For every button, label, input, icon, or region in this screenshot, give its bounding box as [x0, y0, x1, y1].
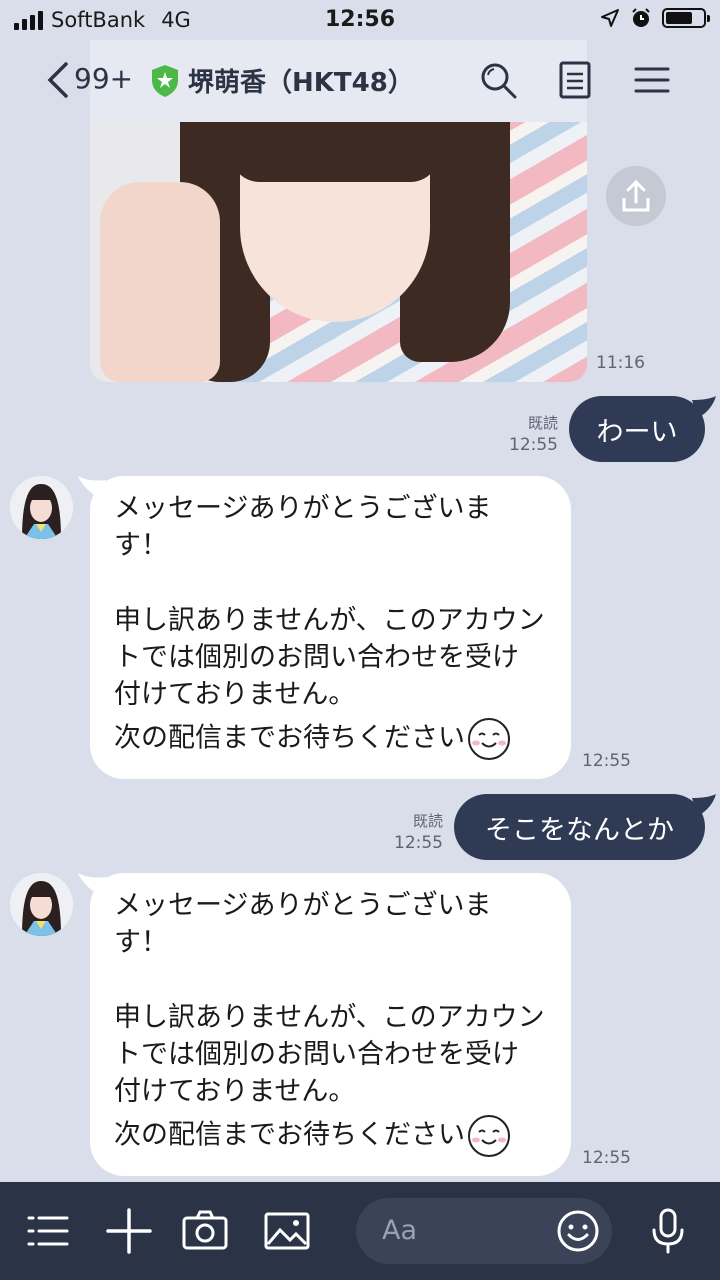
battery-icon [662, 8, 710, 28]
composer-bar: Aa [0, 1182, 720, 1280]
outgoing-meta: 既読 12:55 [385, 810, 443, 854]
sweat-smile-emoji-icon [468, 718, 510, 760]
avatar-image [10, 476, 73, 539]
avatar[interactable] [10, 873, 73, 936]
outgoing-message[interactable]: そこをなんとか [454, 794, 705, 860]
search-icon[interactable] [476, 58, 520, 102]
message-input-placeholder: Aa [382, 1215, 418, 1246]
menu-icon[interactable] [630, 58, 674, 102]
location-icon [601, 9, 619, 27]
read-receipt: 既読 [412, 812, 443, 830]
share-button[interactable] [606, 166, 666, 226]
message-line: 次の配信までお待ちください [114, 1119, 465, 1151]
outgoing-meta: 既読 12:55 [500, 412, 558, 456]
emoji-icon[interactable] [556, 1209, 600, 1253]
photo-hand [100, 182, 220, 382]
photo-timestamp: 11:16 [596, 353, 645, 373]
bubble-tail [692, 794, 716, 816]
message-time: 12:55 [582, 1148, 631, 1168]
share-icon [622, 179, 650, 212]
message-line: メッセージありがとうございます！ [114, 493, 492, 561]
message-line: 申し訳ありませんが、このアカウントでは個別のお問い合わせを受け付けておりません。 [114, 605, 545, 710]
read-receipt: 既読 [527, 414, 558, 432]
photo-bangs [230, 122, 440, 182]
bubble-tail [692, 396, 716, 418]
sweat-smile-emoji-icon [468, 1115, 510, 1157]
microphone-icon[interactable] [645, 1208, 691, 1254]
alarm-icon [632, 8, 650, 27]
message-line: 次の配信までお待ちください [114, 722, 465, 754]
message-time: 12:55 [394, 833, 443, 853]
avatar-image [10, 873, 73, 936]
message-time: 12:55 [582, 751, 631, 771]
message-input[interactable]: Aa [356, 1198, 612, 1264]
notes-icon[interactable] [553, 58, 597, 102]
plus-icon[interactable] [106, 1208, 152, 1254]
avatar[interactable] [10, 476, 73, 539]
chat-header: 99+ 堺萌香（HKT48） [0, 40, 720, 162]
chat-title: 堺萌香（HKT48） [188, 68, 414, 98]
verified-shield-icon [152, 65, 178, 97]
more-menu-icon[interactable] [25, 1208, 71, 1254]
outgoing-message[interactable]: わーい [569, 396, 705, 462]
message-line: メッセージありがとうございます！ [114, 890, 492, 958]
photo-message[interactable] [90, 122, 587, 382]
incoming-message[interactable]: メッセージありがとうございます！ 申し訳ありませんが、このアカウントでは個別のお… [90, 873, 571, 1176]
gallery-icon[interactable] [264, 1208, 310, 1254]
message-line: 申し訳ありませんが、このアカウントでは個別のお問い合わせを受け付けておりません。 [114, 1002, 545, 1107]
incoming-message[interactable]: メッセージありがとうございます！ 申し訳ありませんが、このアカウントでは個別のお… [90, 476, 571, 779]
unread-count[interactable]: 99+ [74, 62, 133, 95]
camera-icon[interactable] [182, 1208, 228, 1254]
status-bar: SoftBank 4G 12:56 [0, 0, 720, 40]
back-chevron-icon[interactable] [38, 58, 78, 102]
message-time: 12:55 [509, 435, 558, 455]
